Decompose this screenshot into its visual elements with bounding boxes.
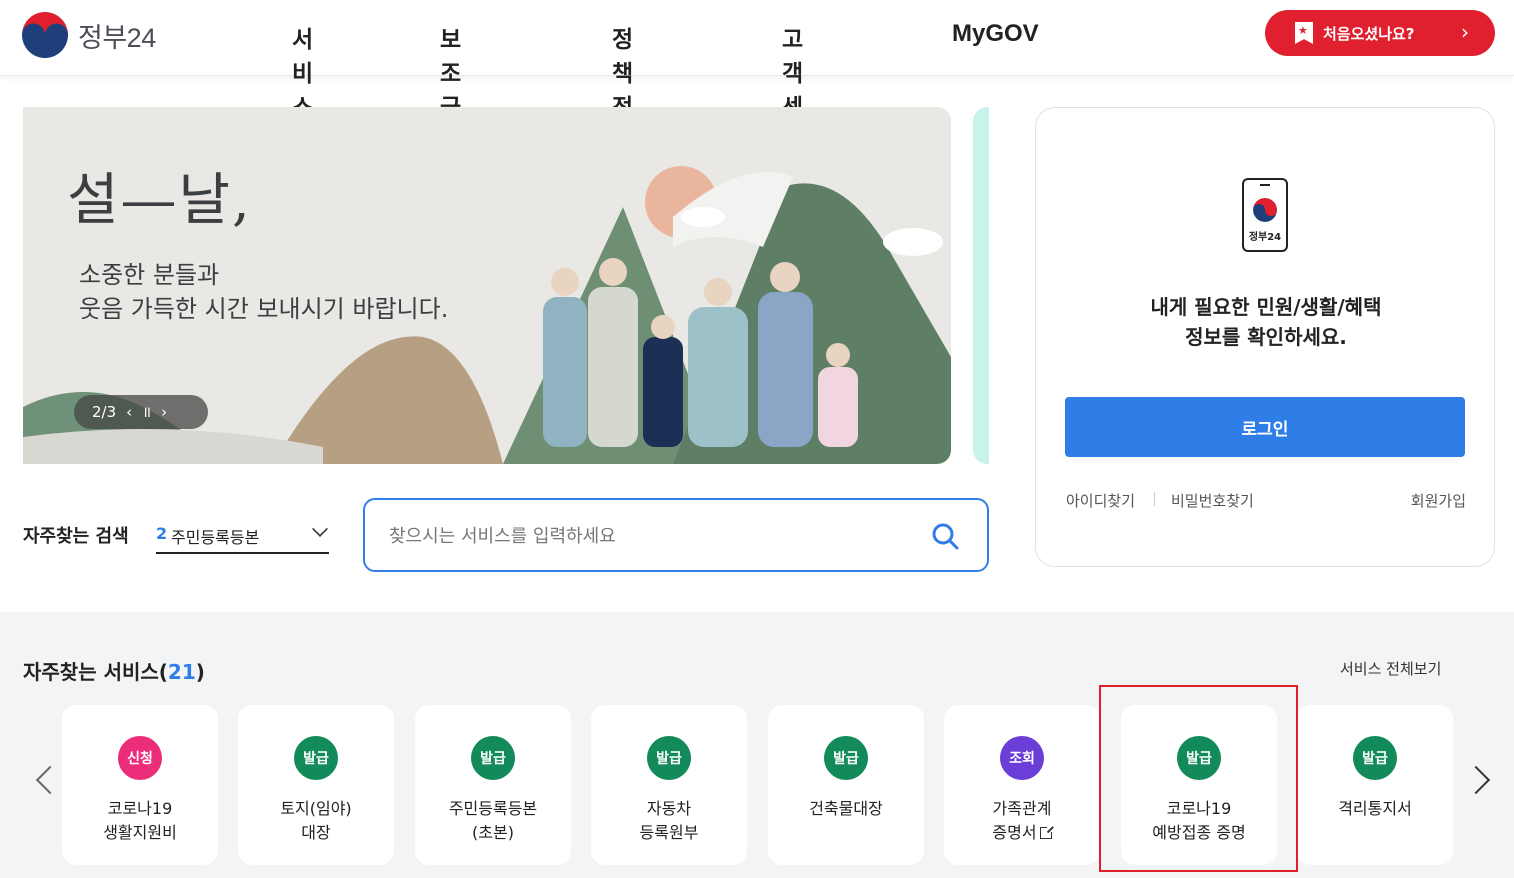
next-banner-peek[interactable] [973,107,989,464]
banner-pause-icon[interactable]: ॥ [142,402,151,422]
services-title-end: ) [195,660,205,684]
service-label-line2: 등록원부 [639,823,699,842]
login-message-line1: 내게 필요한 민원/생활/혜택 [1150,295,1382,319]
banner-controls: 2/3 ‹ ॥ › [74,395,208,429]
login-message: 내게 필요한 민원/생활/혜택 정보를 확인하세요. [1036,292,1496,352]
carousel-prev-icon[interactable] [35,765,65,795]
link-divider [1154,492,1155,506]
main-banner[interactable]: 설—날, 소중한 분들과 웃음 가득한 시간 보내시기 바랍니다. 2/3 ‹ … [23,107,951,464]
banner-next-icon[interactable]: › [161,403,167,421]
service-card-land-register[interactable]: 발급 토지(임야) 대장 [238,705,394,865]
carousel-next-icon[interactable] [1461,765,1491,795]
popular-search-label: 자주찾는 검색 [23,526,129,547]
find-password-link[interactable]: 비밀번호찾기 [1171,490,1254,511]
service-label: 주민등록등본 (초본) [415,797,571,845]
view-all-services-link[interactable]: 서비스 전체보기 [1340,658,1441,679]
service-label-line1: 가족관계 [992,799,1052,818]
service-label-line2: 생활지원비 [103,823,177,842]
service-card-covid-living-support[interactable]: 신청 코로나19 생활지원비 [62,705,218,865]
service-label-line2: 대장 [301,823,331,842]
banner-title: 설—날, [67,168,252,233]
search-box [363,498,989,572]
phone-logo-text: 정부24 [1248,232,1282,243]
gov24-logo[interactable]: 정부24 [22,10,156,60]
service-label-line1: 격리통지서 [1338,799,1412,818]
search-input[interactable] [389,520,909,552]
issue-badge: 발급 [824,736,868,780]
banner-subtitle-line1: 소중한 분들과 [79,261,220,289]
service-label-line1: 자동차 [646,799,692,818]
services-count: 21 [167,660,196,684]
service-label: 격리통지서 [1297,797,1453,821]
first-visit-button[interactable]: 처음오셨나요? › [1265,10,1495,56]
issue-badge: 발급 [1353,736,1397,780]
service-label: 가족관계증명서 [944,797,1100,845]
service-label-line1: 코로나19 [107,799,173,818]
inquiry-badge: 조회 [1000,736,1044,780]
banner-prev-icon[interactable]: ‹ [126,403,132,421]
service-label: 자동차등록원부 [591,797,747,845]
logo-text: 정부24 [78,22,156,53]
site-header: 정부24 서비스 보조금24 정책정보 고객센터 MyGOV 처음오셨나요? › [0,0,1514,155]
taegeuk-small-icon [1253,198,1277,222]
service-label-line1: 토지(임야) [280,799,352,818]
chevron-down-icon [312,521,328,537]
login-message-line2: 정보를 확인하세요. [1185,325,1347,349]
login-panel: 정부24 내게 필요한 민원/생활/혜택 정보를 확인하세요. 로그인 아이디찾… [1035,107,1495,567]
service-label-line2: 증명서 [992,823,1037,842]
issue-badge: 발급 [294,736,338,780]
login-button[interactable]: 로그인 [1065,397,1465,457]
taegeuk-logo-icon [22,12,68,58]
service-card-vehicle-registration[interactable]: 발급 자동차등록원부 [591,705,747,865]
popular-search-dropdown[interactable]: 2 주민등록등본 [156,520,329,554]
issue-badge: 발급 [647,736,691,780]
service-label: 건축물대장 [768,797,924,821]
service-label-line1: 건축물대장 [809,799,883,818]
service-label-line1: 주민등록등본 [448,799,538,818]
service-card-family-relation[interactable]: 조회 가족관계증명서 [944,705,1100,865]
external-link-icon [1039,825,1054,839]
service-label: 코로나19 생활지원비 [62,797,218,845]
service-label-line2: (초본) [472,823,514,842]
first-visit-label: 처음오셨나요? [1323,24,1415,43]
frequent-services-title: 자주찾는 서비스(21) [23,656,205,685]
apply-badge: 신청 [118,736,162,780]
chevron-right-icon: › [1461,20,1469,44]
banner-page-indicator: 2/3 [92,403,117,421]
services-title-text: 자주찾는 서비스( [23,660,168,684]
nav-mygov[interactable]: MyGOV [952,20,1039,48]
service-card-quarantine-notice[interactable]: 발급 격리통지서 [1297,705,1453,865]
find-id-link[interactable]: 아이디찾기 [1066,490,1135,511]
search-icon[interactable] [931,522,959,550]
sign-up-link[interactable]: 회원가입 [1411,490,1466,511]
service-label: 토지(임야) 대장 [238,797,394,845]
service-card-building-register[interactable]: 발급 건축물대장 [768,705,924,865]
popular-search-term: 주민등록등본 [171,528,260,547]
mobile-phone-icon: 정부24 [1242,178,1288,252]
banner-subtitle-line2: 웃음 가득한 시간 보내시기 바랍니다. [79,295,449,323]
bookmark-icon [1295,22,1313,44]
popular-search-rank: 2 [156,524,168,543]
service-label-line2-wrap: 증명서 [944,821,1100,845]
issue-badge: 발급 [471,736,515,780]
highlight-box [1099,685,1298,872]
service-card-resident-registration[interactable]: 발급 주민등록등본 (초본) [415,705,571,865]
